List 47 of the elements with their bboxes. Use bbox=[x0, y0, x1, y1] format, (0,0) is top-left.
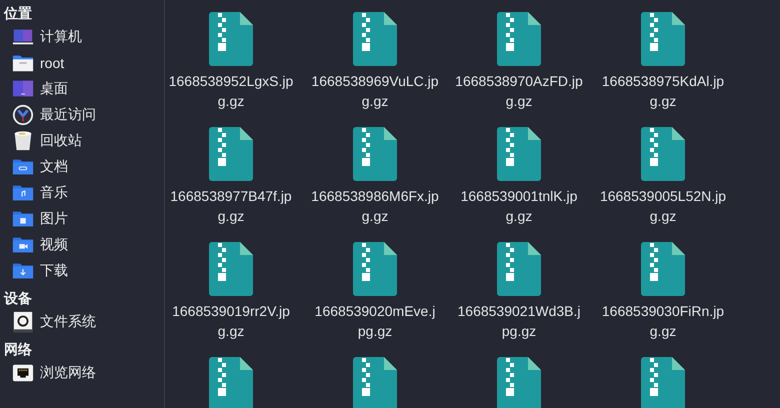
sidebar-item[interactable]: 回收站 bbox=[0, 128, 164, 154]
file-name[interactable]: 1668539020mEve.jpg.gz bbox=[311, 301, 439, 341]
archive-file-icon[interactable] bbox=[209, 357, 253, 408]
archive-file-icon[interactable] bbox=[209, 12, 253, 66]
file-name[interactable]: 1668539030FiRn.jpg.gz bbox=[599, 301, 727, 341]
archive-file-icon[interactable] bbox=[353, 242, 397, 296]
sidebar-item[interactable]: 视频 bbox=[0, 232, 164, 258]
archive-file-icon[interactable] bbox=[497, 242, 541, 296]
archive-file-icon[interactable] bbox=[497, 127, 541, 181]
file-name[interactable]: 1668538952LgxS.jpg.gz bbox=[167, 71, 295, 111]
archive-file-icon[interactable] bbox=[353, 12, 397, 66]
section-heading: 网络 bbox=[3, 340, 33, 359]
file-name[interactable]: 1668539019rr2V.jpg.gz bbox=[167, 301, 295, 341]
archive-file-icon[interactable] bbox=[641, 12, 685, 66]
file-name[interactable]: 1668538969VuLC.jpg.gz bbox=[311, 71, 439, 111]
drive-icon bbox=[12, 311, 34, 333]
archive-file-icon[interactable] bbox=[497, 12, 541, 66]
sidebar-item[interactable]: 最近访问 bbox=[0, 102, 164, 128]
trash-icon bbox=[12, 130, 34, 152]
sidebar-item[interactable]: root bbox=[0, 50, 164, 76]
archive-file-icon[interactable] bbox=[497, 357, 541, 408]
section-heading: 设备 bbox=[2, 289, 33, 308]
sidebar-item[interactable]: 音乐 bbox=[0, 180, 164, 206]
archive-file-icon[interactable] bbox=[641, 242, 685, 296]
file-name[interactable]: 1668538986M6Fx.jpg.gz bbox=[311, 186, 439, 226]
file-name[interactable]: 1668538975KdAl.jpg.gz bbox=[599, 71, 727, 111]
sidebar-item[interactable]: 图片 bbox=[0, 206, 164, 232]
archive-file-icon[interactable] bbox=[641, 357, 685, 408]
file-name[interactable]: 1668539001tnlK.jpg.gz bbox=[455, 186, 583, 226]
archive-file-icon[interactable] bbox=[353, 127, 397, 181]
file-name[interactable]: 1668539021Wd3B.jpg.gz bbox=[455, 301, 583, 341]
network-port-icon bbox=[12, 362, 34, 384]
archive-file-icon[interactable] bbox=[209, 242, 253, 296]
sidebar-item[interactable]: 浏览网络 bbox=[0, 360, 164, 386]
sidebar-item[interactable]: 文档 bbox=[0, 154, 164, 180]
file-name[interactable]: 1668538977B47f.jpg.gz bbox=[167, 186, 295, 226]
archive-file-icon[interactable] bbox=[641, 127, 685, 181]
archive-file-icon[interactable] bbox=[209, 127, 253, 181]
sidebar-item[interactable]: 计算机 bbox=[0, 24, 164, 50]
archive-file-icon[interactable] bbox=[353, 357, 397, 408]
section-heading: 位置 bbox=[2, 4, 33, 23]
sidebar-item[interactable]: 下载 bbox=[0, 258, 164, 284]
clock-icon bbox=[12, 104, 34, 126]
sidebar-item[interactable]: 文件系统 bbox=[0, 309, 164, 335]
file-name[interactable]: 1668538970AzFD.jpg.gz bbox=[455, 71, 583, 111]
sidebar-item[interactable]: 桌面 bbox=[0, 76, 164, 102]
file-name[interactable]: 1668539005L52N.jpg.gz bbox=[599, 186, 727, 226]
